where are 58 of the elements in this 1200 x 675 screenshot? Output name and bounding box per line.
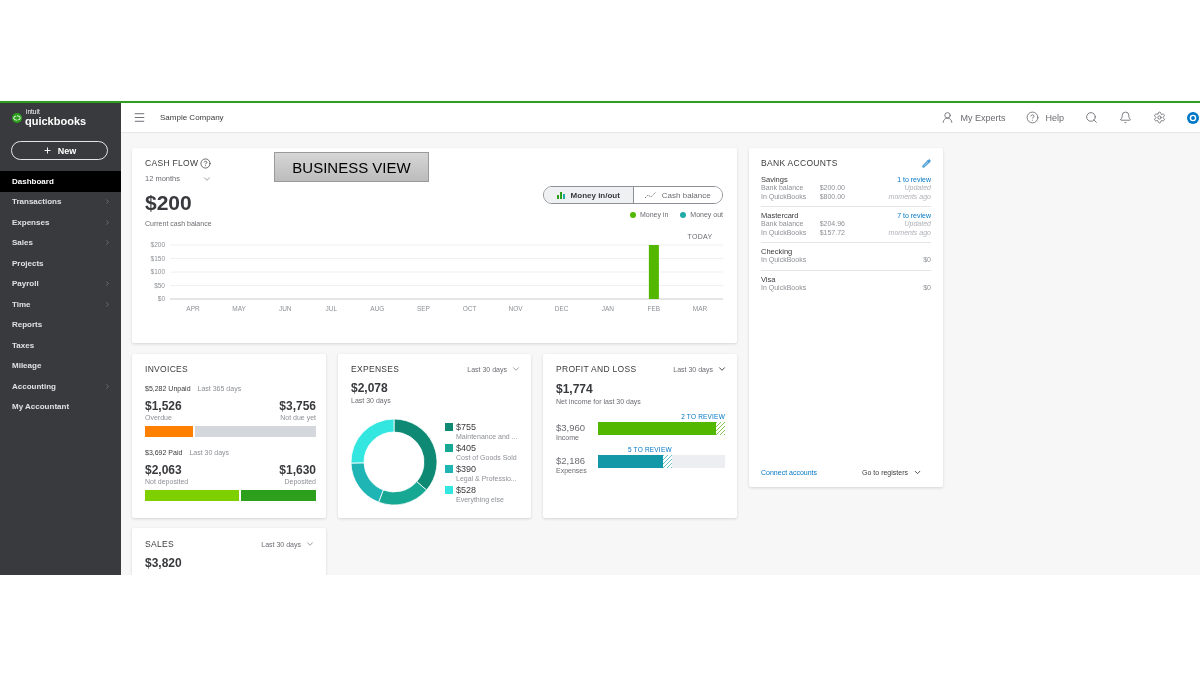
sales-amount: $3,820 xyxy=(145,557,183,570)
legend-amount: $755 xyxy=(456,422,478,432)
invoice-amount: $1,630 xyxy=(279,464,316,477)
bar-amount: $3,960 xyxy=(556,422,587,433)
view-toggle[interactable]: Cash balance xyxy=(632,187,722,203)
net-income-amount: $1,774 xyxy=(556,383,594,396)
view-toggle[interactable]: Money in/out xyxy=(544,187,633,203)
chart-bar xyxy=(648,245,659,299)
company-name: Sample Company xyxy=(160,113,224,122)
pencil-icon[interactable] xyxy=(922,158,931,168)
settings-icon[interactable] xyxy=(1153,111,1166,124)
bar-amount: $2,186 xyxy=(556,455,587,466)
sidebar-item[interactable]: Expenses xyxy=(0,212,121,233)
sidebar-item[interactable]: Mileage xyxy=(0,355,121,376)
sidebar-item[interactable]: Taxes xyxy=(0,335,121,356)
legend-amount: $390 xyxy=(456,464,478,474)
chevron-down-icon xyxy=(511,364,521,374)
invoice-amount: $2,063 xyxy=(145,464,182,477)
annotation-label: BUSINESS VIEW xyxy=(274,152,429,182)
card-title: PROFIT AND LOSS xyxy=(556,364,637,374)
expenses-amount: $2,078 xyxy=(351,382,389,395)
bell-icon[interactable] xyxy=(1119,111,1132,124)
card-title: EXPENSES xyxy=(351,364,400,374)
card-title: SALES xyxy=(145,539,174,549)
sidebar-item[interactable]: Payroll xyxy=(0,273,121,294)
legend-amount: $405 xyxy=(456,443,478,453)
person-icon xyxy=(941,111,955,124)
chevron-down-icon xyxy=(305,539,315,549)
help-button[interactable]: Help xyxy=(1026,111,1064,124)
chevron-down-icon xyxy=(717,364,727,374)
card-title: CASH FLOW xyxy=(145,158,199,168)
avatar-icon[interactable] xyxy=(1187,111,1199,124)
logo-text: quickbooks xyxy=(25,115,87,127)
card-title: INVOICES xyxy=(145,364,189,374)
hatched-segment-icon xyxy=(662,455,672,468)
invoice-amount: $1,526 xyxy=(145,400,182,413)
sidebar-item[interactable]: My Accountant xyxy=(0,396,121,417)
experts-button[interactable]: My Experts xyxy=(941,111,1006,124)
hatched-segment-icon xyxy=(716,422,726,435)
line-chart-icon xyxy=(644,191,656,199)
plus-icon xyxy=(42,146,52,155)
legend-amount: $528 xyxy=(456,485,478,495)
bar-chart-icon xyxy=(556,191,565,199)
help-icon xyxy=(1026,111,1040,124)
sidebar-item[interactable]: Transactions xyxy=(0,191,121,212)
logo-icon xyxy=(12,113,22,123)
sidebar-item[interactable]: Reports xyxy=(0,314,121,335)
card-title: BANK ACCOUNTS xyxy=(761,158,838,168)
sidebar-item[interactable]: Sales xyxy=(0,232,121,253)
sidebar-item[interactable]: Projects xyxy=(0,253,121,274)
help-icon[interactable] xyxy=(200,157,212,169)
cash-balance-amount: $200 xyxy=(145,192,193,214)
sidebar-item[interactable]: Time xyxy=(0,294,121,315)
sidebar-item[interactable]: Accounting xyxy=(0,376,121,397)
invoice-amount: $3,756 xyxy=(279,400,316,413)
sidebar-item[interactable]: Dashboard xyxy=(0,171,121,192)
menu-icon[interactable] xyxy=(133,111,146,124)
search-icon[interactable] xyxy=(1085,111,1098,124)
